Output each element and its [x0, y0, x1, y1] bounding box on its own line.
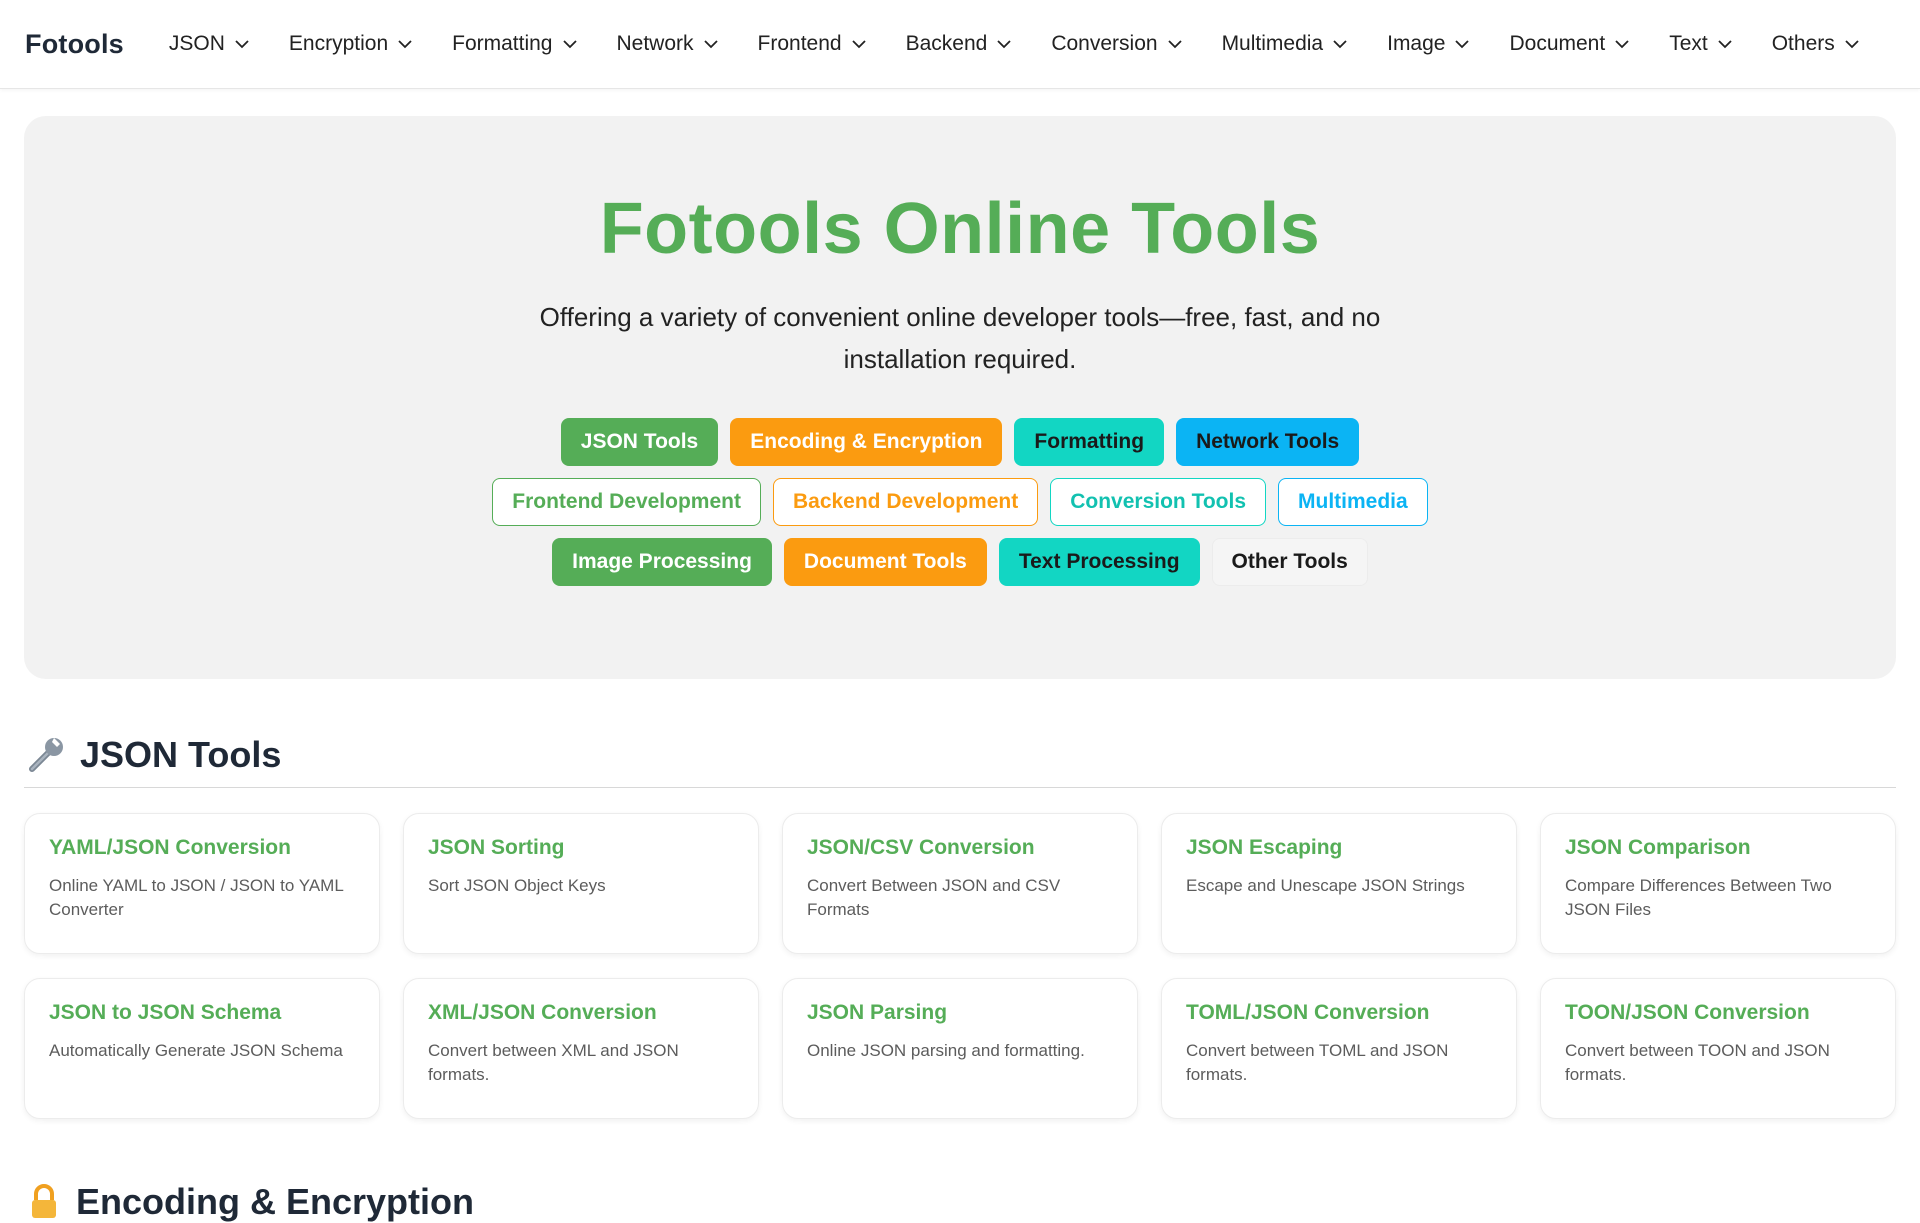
tool-card-grid: YAML/JSON Conversion Online YAML to JSON… — [24, 813, 1896, 1119]
chevron-down-icon — [1845, 40, 1859, 49]
tag-document-tools[interactable]: Document Tools — [783, 538, 987, 586]
chevron-down-icon — [1333, 40, 1347, 49]
tag-formatting[interactable]: Formatting — [1014, 418, 1165, 466]
nav-item-formatting[interactable]: Formatting — [444, 32, 586, 56]
chevron-down-icon — [703, 40, 718, 49]
tool-card[interactable]: JSON Sorting Sort JSON Object Keys — [403, 813, 759, 954]
tool-card[interactable]: JSON to JSON Schema Automatically Genera… — [24, 978, 380, 1119]
tool-card-description: Convert Between JSON and CSV Formats — [807, 876, 1061, 919]
tag-row: Image Processing Document Tools Text Pro… — [552, 538, 1368, 586]
tool-card[interactable]: TOON/JSON Conversion Convert between TOO… — [1540, 978, 1896, 1119]
chevron-down-icon — [1455, 40, 1470, 49]
tool-card-title: JSON Comparison — [1565, 836, 1751, 859]
tool-card-description: Online YAML to JSON / JSON to YAML Conve… — [49, 876, 344, 919]
nav-item-label: Text — [1669, 32, 1708, 55]
tool-card-title: TOON/JSON Conversion — [1565, 1001, 1810, 1024]
tool-card-title: YAML/JSON Conversion — [49, 836, 291, 859]
nav-item-encryption[interactable]: Encryption — [281, 32, 422, 56]
top-navbar: Fotools JSON Encryption Formatting Netwo… — [0, 0, 1920, 89]
nav-item-label: Frontend — [757, 32, 842, 55]
nav-item-conversion[interactable]: Conversion — [1043, 32, 1191, 56]
tool-card[interactable]: JSON/CSV Conversion Convert Between JSON… — [782, 813, 1138, 954]
tag-multimedia[interactable]: Multimedia — [1278, 478, 1428, 526]
nav-item-others[interactable]: Others — [1764, 32, 1869, 56]
chevron-down-icon — [1615, 40, 1629, 49]
tool-card-title: TOML/JSON Conversion — [1186, 1001, 1430, 1024]
tool-card-title: XML/JSON Conversion — [428, 1001, 657, 1024]
tool-card[interactable]: TOML/JSON Conversion Convert between TOM… — [1161, 978, 1517, 1119]
wrench-icon — [29, 737, 63, 772]
tool-card-description: Escape and Unescape JSON Strings — [1186, 876, 1465, 895]
nav-item-document[interactable]: Document — [1501, 32, 1639, 56]
chevron-down-icon — [235, 40, 249, 49]
nav-item-json[interactable]: JSON — [161, 32, 259, 56]
tag-other-tools[interactable]: Other Tools — [1211, 538, 1368, 586]
chevron-down-icon — [1167, 40, 1182, 49]
tag-conversion-tools[interactable]: Conversion Tools — [1050, 478, 1267, 526]
tag-image-processing[interactable]: Image Processing — [552, 538, 772, 586]
tool-card-title: JSON to JSON Schema — [49, 1001, 282, 1024]
hero-subtitle: Offering a variety of convenient online … — [539, 302, 1381, 374]
tag-network-tools[interactable]: Network Tools — [1176, 418, 1360, 466]
tool-card-description: Online JSON parsing and formatting. — [807, 1041, 1085, 1060]
nav-item-label: Multimedia — [1221, 32, 1324, 55]
chevron-down-icon — [1718, 40, 1732, 49]
tool-card-description: Automatically Generate JSON Schema — [49, 1041, 343, 1060]
section-title: JSON Tools — [80, 733, 282, 775]
section-title: Encoding & Encryption — [76, 1181, 475, 1222]
nav-item-label: JSON — [168, 32, 225, 55]
hero-title: Fotools Online Tools — [599, 189, 1321, 269]
lock-icon — [32, 1184, 56, 1218]
section-header-json-tools: JSON Tools — [24, 722, 1896, 788]
chevron-down-icon — [851, 40, 866, 49]
category-tags: JSON Tools Encoding & Encryption Formatt… — [492, 418, 1428, 586]
chevron-down-icon — [562, 40, 577, 49]
nav-menu: JSON Encryption Formatting Network Front… — [150, 32, 1880, 56]
tool-card-title: JSON Sorting — [428, 836, 565, 859]
tag-encoding-encryption[interactable]: Encoding & Encryption — [730, 418, 1003, 466]
hero-banner: Fotools Online Tools Offering a variety … — [24, 116, 1896, 679]
nav-item-backend[interactable]: Backend — [898, 32, 1022, 56]
nav-item-network[interactable]: Network — [609, 32, 728, 56]
tool-card-title: JSON Escaping — [1186, 836, 1343, 859]
nav-item-label: Backend — [905, 32, 988, 55]
tool-card-description: Compare Differences Between Two JSON Fil… — [1565, 876, 1832, 919]
tool-card[interactable]: XML/JSON Conversion Convert between XML … — [403, 978, 759, 1119]
tool-card-description: Sort JSON Object Keys — [428, 876, 606, 895]
tool-card[interactable]: JSON Parsing Online JSON parsing and for… — [782, 978, 1138, 1119]
tag-row: JSON Tools Encoding & Encryption Formatt… — [560, 418, 1360, 466]
nav-item-text[interactable]: Text — [1661, 32, 1742, 56]
nav-item-label: Formatting — [452, 32, 553, 55]
tag-frontend-development[interactable]: Frontend Development — [492, 478, 761, 526]
section-header-encoding-encryption: Encoding & Encryption — [24, 1181, 475, 1222]
nav-item-label: Others — [1771, 32, 1835, 55]
brand-logo[interactable]: Fotools — [25, 29, 124, 60]
tag-backend-development[interactable]: Backend Development — [772, 478, 1039, 526]
tool-card[interactable]: JSON Comparison Compare Differences Betw… — [1540, 813, 1896, 954]
tool-card-title: JSON/CSV Conversion — [807, 836, 1035, 859]
nav-item-multimedia[interactable]: Multimedia — [1214, 32, 1358, 56]
nav-item-image[interactable]: Image — [1379, 32, 1479, 56]
nav-item-label: Image — [1387, 32, 1446, 55]
tool-card[interactable]: JSON Escaping Escape and Unescape JSON S… — [1161, 813, 1517, 954]
tag-text-processing[interactable]: Text Processing — [998, 538, 1200, 586]
nav-item-label: Document — [1509, 32, 1606, 55]
chevron-down-icon — [997, 40, 1011, 49]
nav-item-label: Encryption — [288, 32, 389, 55]
tool-card-description: Convert between TOML and JSON formats. — [1186, 1041, 1449, 1084]
tool-card[interactable]: YAML/JSON Conversion Online YAML to JSON… — [24, 813, 380, 954]
nav-item-frontend[interactable]: Frontend — [750, 32, 876, 56]
tag-json-tools[interactable]: JSON Tools — [560, 418, 719, 466]
tag-row: Frontend Development Backend Development… — [492, 478, 1428, 526]
tool-card-title: JSON Parsing — [807, 1001, 948, 1024]
nav-item-label: Network — [616, 32, 694, 55]
chevron-down-icon — [398, 40, 412, 49]
nav-item-label: Conversion — [1051, 32, 1158, 55]
tool-card-description: Convert between TOON and JSON formats. — [1565, 1041, 1830, 1084]
tool-card-description: Convert between XML and JSON formats. — [428, 1041, 679, 1084]
